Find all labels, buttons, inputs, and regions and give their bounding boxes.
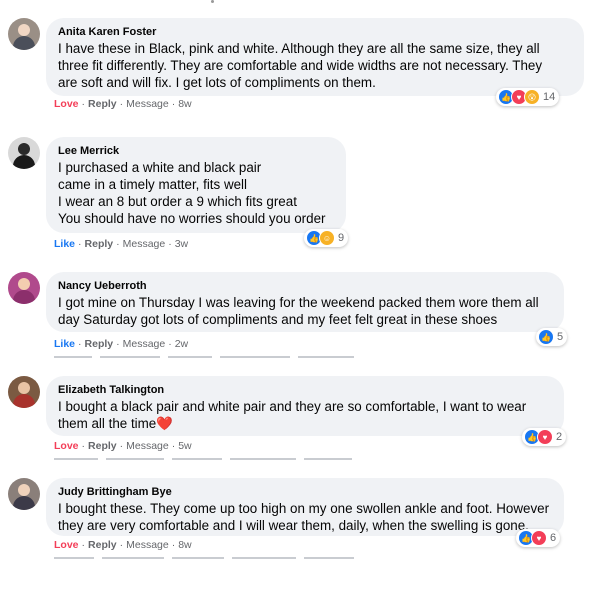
comment-bubble: Elizabeth Talkington I bought a black pa… (46, 376, 564, 436)
wow-icon: 😮 (524, 89, 540, 105)
comment-actions: Love · Reply · Message · 8w (54, 98, 192, 110)
comment-bubble: Nancy Ueberroth I got mine on Thursday I… (46, 272, 564, 332)
comment-actions: Like · Reply · Message · 3w (54, 238, 189, 250)
reaction-summary[interactable]: 👍 ☺ 9 (304, 229, 349, 247)
avatar[interactable] (8, 272, 40, 304)
comment-author[interactable]: Lee Merrick (58, 144, 334, 158)
separator-dot (211, 0, 214, 3)
reaction-count: 2 (556, 431, 563, 443)
avatar[interactable] (8, 478, 40, 510)
reply-button[interactable]: Reply (88, 440, 117, 452)
reply-button[interactable]: Reply (85, 338, 114, 350)
reply-button[interactable]: Reply (88, 539, 117, 551)
cropped-reply-preview (54, 458, 384, 462)
comment-time[interactable]: 8w (178, 539, 191, 551)
reaction-summary[interactable]: 👍 ♥ 😮 14 (496, 88, 560, 106)
reaction-count: 6 (550, 532, 557, 544)
like-reaction-button[interactable]: Like (54, 338, 75, 350)
cropped-reply-preview (54, 557, 384, 561)
reaction-count: 5 (557, 331, 564, 343)
love-reaction-button[interactable]: Love (54, 98, 79, 110)
reply-button[interactable]: Reply (88, 98, 117, 110)
comment-time[interactable]: 3w (175, 238, 188, 250)
message-button[interactable]: Message (123, 238, 166, 250)
comment-actions: Like · Reply · Message · 2w (54, 338, 189, 350)
love-reaction-button[interactable]: Love (54, 440, 79, 452)
comment-time[interactable]: 2w (175, 338, 188, 350)
like-icon: 👍 (538, 329, 554, 345)
message-button[interactable]: Message (126, 440, 169, 452)
comment-text: I have these in Black, pink and white. A… (58, 41, 543, 90)
avatar[interactable] (8, 18, 40, 50)
reaction-summary[interactable]: 👍 ♥ 2 (522, 428, 567, 446)
message-button[interactable]: Message (126, 98, 169, 110)
comment-time[interactable]: 5w (178, 440, 191, 452)
love-reaction-button[interactable]: Love (54, 539, 79, 551)
cropped-reply-preview (54, 356, 384, 360)
reply-button[interactable]: Reply (85, 238, 114, 250)
reaction-summary[interactable]: 👍 ♥ 6 (516, 529, 561, 547)
avatar[interactable] (8, 376, 40, 408)
reaction-summary[interactable]: 👍 5 (536, 328, 568, 346)
message-button[interactable]: Message (126, 539, 169, 551)
comment-bubble: Anita Karen Foster I have these in Black… (46, 18, 584, 96)
reaction-count: 14 (543, 91, 556, 103)
comment-text: I purchased a white and black pair came … (58, 160, 326, 226)
care-icon: ☺ (319, 230, 335, 246)
comment-author[interactable]: Anita Karen Foster (58, 25, 572, 39)
reaction-count: 9 (338, 232, 345, 244)
comment-bubble: Judy Brittingham Bye I bought these. The… (46, 478, 564, 536)
comment-text: I bought a black pair and white pair and… (58, 399, 527, 431)
like-reaction-button[interactable]: Like (54, 238, 75, 250)
comment-author[interactable]: Elizabeth Talkington (58, 383, 552, 397)
comment-author[interactable]: Nancy Ueberroth (58, 279, 552, 293)
comment-actions: Love · Reply · Message · 8w (54, 539, 192, 551)
comment-author[interactable]: Judy Brittingham Bye (58, 485, 552, 499)
avatar[interactable] (8, 137, 40, 169)
message-button[interactable]: Message (123, 338, 166, 350)
comment-actions: Love · Reply · Message · 5w (54, 440, 192, 452)
comment-text: I bought these. They come up too high on… (58, 501, 550, 533)
love-icon: ♥ (537, 429, 553, 445)
comment-text: I got mine on Thursday I was leaving for… (58, 295, 539, 327)
comment-time[interactable]: 8w (178, 98, 191, 110)
love-icon: ♥ (531, 530, 547, 546)
comment-bubble: Lee Merrick I purchased a white and blac… (46, 137, 346, 233)
